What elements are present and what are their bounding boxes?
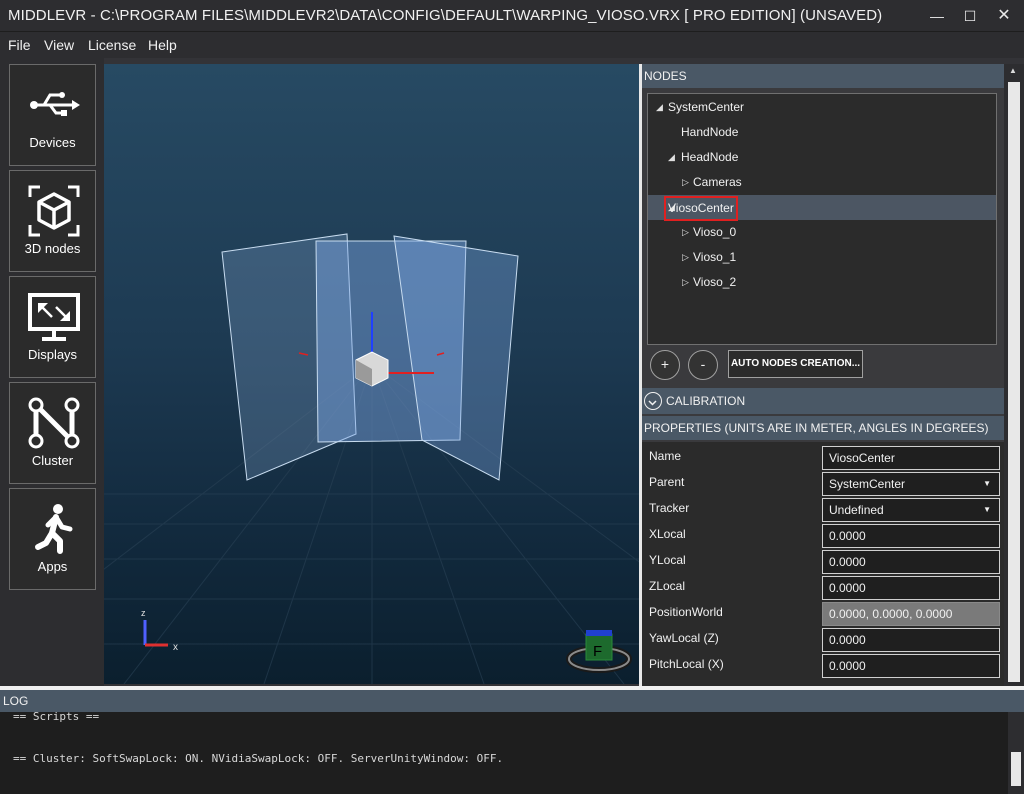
properties-grid: Name ViosoCenter Parent SystemCenter ▼ T… — [642, 442, 1004, 686]
property-row-xlocal: XLocal 0.0000 — [642, 522, 1004, 548]
dropdown-arrow-icon: ▼ — [983, 505, 991, 514]
xlocal-field[interactable]: 0.0000 — [822, 524, 1000, 548]
close-button[interactable]: ✕ — [989, 4, 1019, 28]
nodes-tree[interactable]: ◢ SystemCenter HandNode ◢ HeadNode ▷ Cam… — [647, 93, 997, 345]
tree-item-cameras[interactable]: ▷ Cameras — [648, 170, 996, 195]
scroll-up-icon[interactable]: ▲ — [1009, 66, 1017, 75]
cluster-network-icon — [28, 397, 80, 449]
3d-nodes-label: 3D nodes — [24, 241, 81, 256]
yaw-local-field[interactable]: 0.0000 — [822, 628, 1000, 652]
tree-item-vioso-2[interactable]: ▷ Vioso_2 — [648, 270, 996, 295]
properties-scrollbar[interactable]: ▲ — [1004, 64, 1024, 686]
log-line: == Scripts == — [13, 710, 100, 723]
properties-header: PROPERTIES (UNITS ARE IN METER, ANGLES I… — [642, 416, 1004, 440]
apps-button[interactable]: Apps — [9, 488, 96, 590]
property-row-parent: Parent SystemCenter ▼ — [642, 470, 1004, 496]
zlocal-field[interactable]: 0.0000 — [822, 576, 1000, 600]
ylocal-field[interactable]: 0.0000 — [822, 550, 1000, 574]
viewport-scene: z x F — [104, 233, 639, 684]
cluster-label: Cluster — [31, 453, 74, 468]
tracker-dropdown[interactable]: Undefined ▼ — [822, 498, 1000, 522]
cube-scan-icon — [28, 185, 80, 237]
scrollbar-thumb[interactable] — [1008, 82, 1020, 682]
name-field[interactable]: ViosoCenter — [822, 446, 1000, 470]
displays-button[interactable]: Displays — [9, 276, 96, 378]
property-row-zlocal: ZLocal 0.0000 — [642, 574, 1004, 600]
3d-viewport[interactable]: z x F — [104, 64, 639, 684]
minimize-button[interactable]: — — [922, 4, 952, 28]
menu-bar: File View License Help — [0, 32, 1024, 58]
log-header: LOG — [0, 690, 1024, 712]
window-title: MIDDLEVR - C:\PROGRAM FILES\MIDDLEVR2\DA… — [8, 7, 883, 24]
3d-nodes-button[interactable]: 3D nodes — [9, 170, 96, 272]
log-output[interactable]: == Scripts == == Cluster: SoftSwapLock: … — [0, 710, 1008, 794]
gizmo-front-label: F — [593, 643, 602, 660]
position-world-field: 0.0000, 0.0000, 0.0000 — [822, 602, 1000, 626]
menu-help[interactable]: Help — [148, 37, 177, 53]
menu-file[interactable]: File — [8, 37, 31, 53]
property-row-name: Name ViosoCenter — [642, 444, 1004, 470]
log-scrollbar[interactable] — [1008, 712, 1024, 794]
calibration-label: CALIBRATION — [666, 394, 746, 408]
collapse-arrow-icon[interactable]: ▷ — [682, 220, 692, 245]
screen-right — [393, 235, 519, 481]
chevron-down-circle-icon[interactable] — [644, 392, 662, 410]
dropdown-arrow-icon: ▼ — [983, 479, 991, 488]
right-panel: NODES ◢ SystemCenter HandNode ◢ HeadNode… — [642, 64, 1004, 686]
tree-item-vioso-0[interactable]: ▷ Vioso_0 — [648, 220, 996, 245]
collapse-arrow-icon[interactable]: ▷ — [682, 170, 692, 195]
property-row-positionworld: PositionWorld 0.0000, 0.0000, 0.0000 — [642, 600, 1004, 626]
devices-button[interactable]: Devices — [9, 64, 96, 166]
tree-item-vioso-1[interactable]: ▷ Vioso_1 — [648, 245, 996, 270]
axis-x-label: x — [173, 642, 178, 653]
pitch-local-field[interactable]: 0.0000 — [822, 654, 1000, 678]
expand-arrow-icon[interactable]: ◢ — [656, 95, 666, 120]
tool-sidebar: Devices 3D nodes Displays Cluster Apps — [0, 58, 104, 688]
log-line: == Cluster: SoftSwapLock: ON. NVidiaSwap… — [13, 752, 504, 765]
tree-item-headnode[interactable]: ◢ HeadNode — [648, 145, 996, 170]
menu-license[interactable]: License — [88, 37, 136, 53]
usb-icon — [30, 92, 80, 116]
add-node-button[interactable]: + — [650, 350, 680, 380]
title-bar: MIDDLEVR - C:\PROGRAM FILES\MIDDLEVR2\DA… — [0, 0, 1024, 32]
tree-item-handnode[interactable]: HandNode — [648, 120, 996, 145]
collapse-arrow-icon[interactable]: ▷ — [682, 270, 692, 295]
collapse-arrow-icon[interactable]: ▷ — [682, 245, 692, 270]
calibration-header[interactable]: CALIBRATION — [642, 388, 1004, 414]
property-row-pitchlocal: PitchLocal (X) 0.0000 — [642, 652, 1004, 678]
walking-person-icon — [35, 504, 73, 554]
apps-label: Apps — [37, 559, 68, 574]
maximize-button[interactable]: ☐ — [955, 4, 985, 28]
axis-z-label: z — [141, 608, 146, 618]
tree-item-systemcenter[interactable]: ◢ SystemCenter — [648, 95, 996, 120]
property-row-yawlocal: YawLocal (Z) 0.0000 — [642, 626, 1004, 652]
app-window: MIDDLEVR - C:\PROGRAM FILES\MIDDLEVR2\DA… — [0, 0, 1024, 794]
property-row-ylocal: YLocal 0.0000 — [642, 548, 1004, 574]
property-row-tracker: Tracker Undefined ▼ — [642, 496, 1004, 522]
displays-label: Displays — [27, 347, 78, 362]
cluster-button[interactable]: Cluster — [9, 382, 96, 484]
parent-dropdown[interactable]: SystemCenter ▼ — [822, 472, 1000, 496]
tree-item-viosocenter[interactable]: ◢ ViosoCenter — [648, 195, 996, 221]
devices-label: Devices — [29, 135, 76, 150]
scrollbar-thumb[interactable] — [1011, 752, 1021, 786]
expand-arrow-icon[interactable]: ◢ — [668, 145, 678, 170]
monitor-icon — [28, 293, 80, 341]
remove-node-button[interactable]: - — [688, 350, 718, 380]
nodes-header: NODES — [642, 64, 1004, 88]
auto-nodes-creation-button[interactable]: AUTO NODES CREATION... — [728, 350, 863, 378]
menu-view[interactable]: View — [44, 37, 74, 53]
